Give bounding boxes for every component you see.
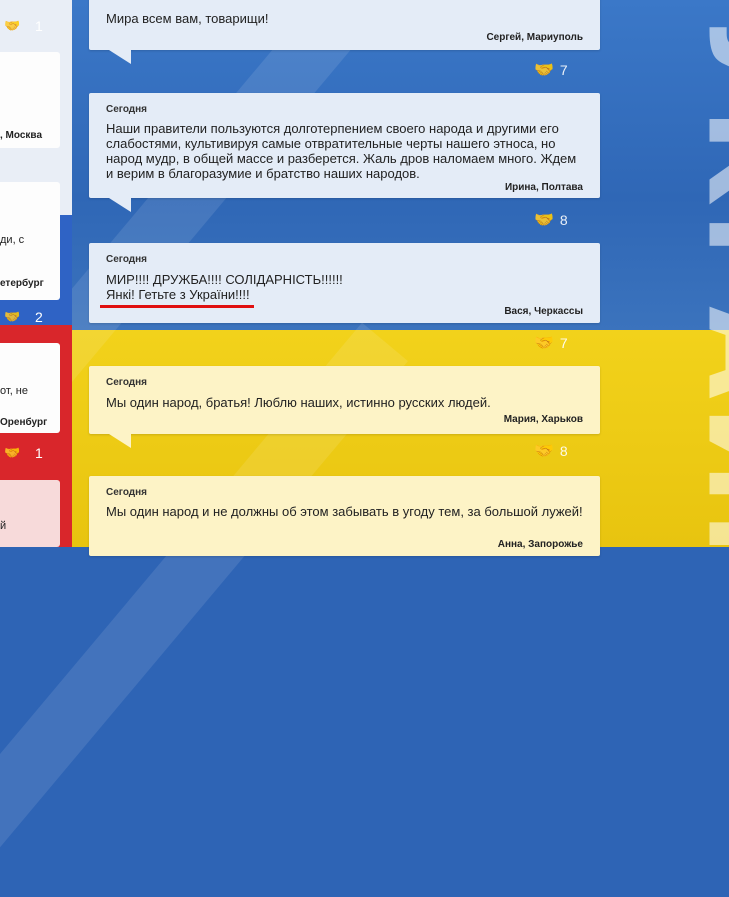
comment-date: Сегодня xyxy=(106,487,148,498)
speech-tail xyxy=(109,198,131,212)
like-button[interactable]: 🤝 8 xyxy=(534,210,568,230)
comment-card: Сегодня Мы один народ и не должны об это… xyxy=(89,476,600,556)
comment-text: Мы один народ и не должны об этом забыва… xyxy=(106,504,583,519)
left-card: й xyxy=(0,480,60,547)
comment-date: Сегодня xyxy=(106,104,148,115)
comment-date: Сегодня xyxy=(106,254,148,265)
comment-snippet: й xyxy=(0,520,7,532)
comment-author: Мария, Харьков xyxy=(503,414,583,425)
comment-snippet: от, не xyxy=(0,385,28,397)
author-label: , Москва xyxy=(0,130,43,141)
comment-text: Янкі! Гетьте з України!!!! xyxy=(106,287,250,302)
handshake-icon: 🤝 xyxy=(534,443,554,460)
comment-card: Мира всем вам, товарищи! Сергей, Мариупо… xyxy=(89,0,600,64)
handshake-icon: 🤝 xyxy=(534,62,554,79)
comment-text: МИР!!!! ДРУЖБА!!!! СОЛІДАРНІСТЬ!!!!!! xyxy=(106,272,343,287)
comment-text: Мы один народ, братья! Люблю наших, исти… xyxy=(106,395,491,410)
like-count: 7 xyxy=(559,335,568,351)
highlight-underline xyxy=(100,305,254,308)
comment-snippet: ди, с xyxy=(0,234,25,246)
like-count: 2 xyxy=(35,309,43,325)
like-button[interactable]: 🤝 7 xyxy=(534,333,568,353)
handshake-icon[interactable]: 🤝 xyxy=(4,18,20,34)
comment-author: Ирина, Полтава xyxy=(504,182,583,193)
comment-date: Сегодня xyxy=(106,377,148,388)
comment-card: Сегодня МИР!!!! ДРУЖБА!!!! СОЛІДАРНІСТЬ!… xyxy=(89,243,600,323)
author-label: Оренбург xyxy=(0,417,48,428)
handshake-icon: 🤝 xyxy=(534,212,554,229)
background-lettering: УКРАИНА xyxy=(680,9,729,548)
left-card: от, не Оренбург xyxy=(0,343,60,433)
comment-text: Мира всем вам, товарищи! xyxy=(106,11,269,26)
like-count: 8 xyxy=(559,443,568,459)
comment-author: Вася, Черкассы xyxy=(504,306,583,317)
left-card: ди, с етербург xyxy=(0,182,60,300)
comment-author: Сергей, Мариуполь xyxy=(486,32,583,43)
comment-card: Сегодня Мы один народ, братья! Люблю наш… xyxy=(89,366,600,448)
comment-text: Наши правители пользуются долготерпением… xyxy=(106,121,577,181)
left-comments-column: 🤝 1 , Москва ди, с етербург 🤝 2 от, не О… xyxy=(0,0,72,547)
like-count: 8 xyxy=(559,212,568,228)
like-count: 7 xyxy=(559,62,568,78)
left-card: , Москва xyxy=(0,52,60,148)
handshake-icon[interactable]: 🤝 xyxy=(4,445,20,461)
handshake-icon[interactable]: 🤝 xyxy=(4,309,20,325)
handshake-icon: 🤝 xyxy=(534,335,554,352)
speech-tail xyxy=(109,434,131,448)
comment-card: Сегодня Наши правители пользуются долгот… xyxy=(89,93,600,212)
comment-author: Анна, Запорожье xyxy=(497,539,583,550)
like-button[interactable]: 🤝 7 xyxy=(534,60,568,80)
author-label: етербург xyxy=(0,278,44,289)
like-button[interactable]: 🤝 8 xyxy=(534,441,568,461)
speech-tail xyxy=(109,50,131,64)
like-count: 1 xyxy=(35,18,43,34)
like-count: 1 xyxy=(35,445,43,461)
